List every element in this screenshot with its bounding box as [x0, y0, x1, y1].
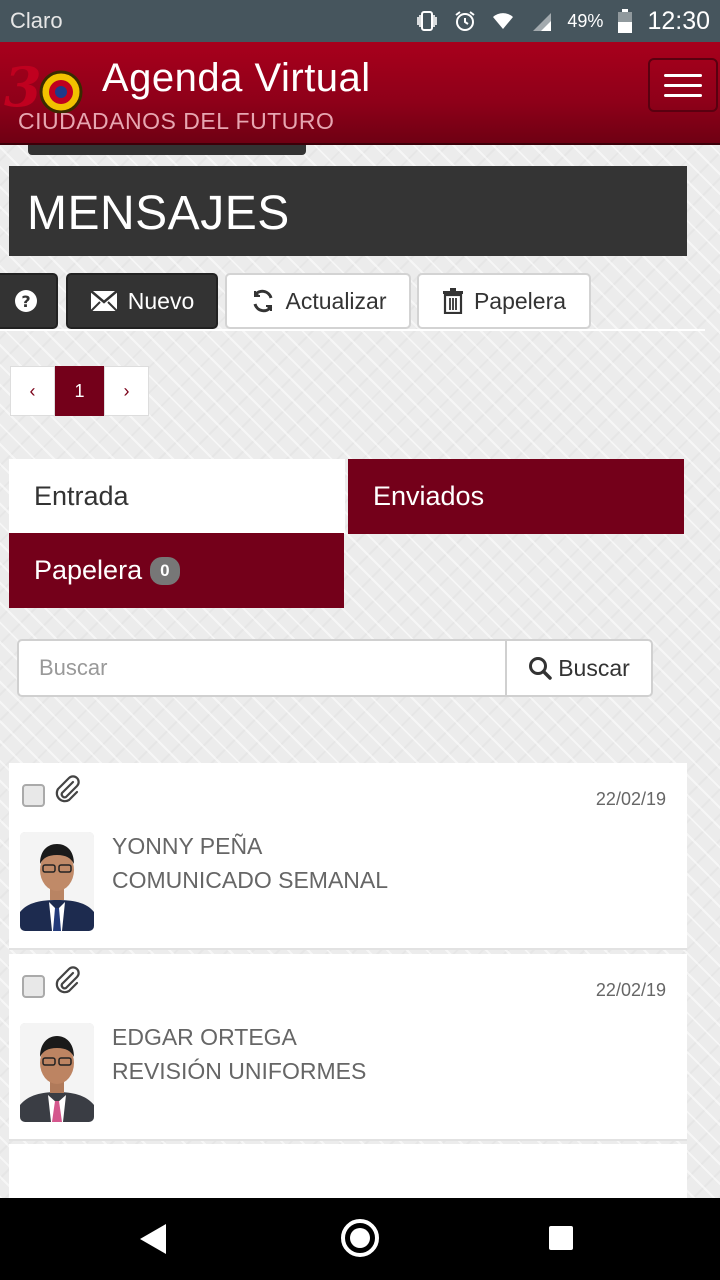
pagination: ‹ 1 › — [10, 366, 149, 416]
refresh-icon — [253, 289, 272, 313]
header-tab-strip — [28, 145, 306, 155]
search-icon — [529, 657, 552, 680]
refresh-button[interactable]: Actualizar — [225, 273, 411, 329]
toolbar-divider — [0, 329, 705, 331]
tab-trash[interactable]: Papelera 0 — [9, 533, 344, 608]
alarm-icon — [455, 11, 476, 31]
app-header: 3 Agenda Virtual CIUDADANOS DEL FUTURO — [0, 42, 720, 145]
carrier-name: Claro — [10, 8, 63, 33]
trash-icon — [442, 288, 463, 314]
status-bar: Claro 49% 12:30 — [0, 0, 720, 42]
app-title: Agenda Virtual — [102, 56, 371, 100]
envelope-icon — [89, 290, 118, 312]
battery-percent: 49% — [567, 10, 604, 31]
pagination-page-1[interactable]: 1 — [55, 366, 104, 416]
trash-button[interactable]: Papelera — [417, 273, 591, 329]
signal-icon — [533, 13, 552, 31]
avatar — [20, 1023, 94, 1122]
message-row[interactable]: 22/02/19 YONNY PEÑA COMUNICADO SEMANAL — [9, 763, 687, 950]
search-input[interactable] — [17, 639, 507, 697]
message-sender: YONNY PEÑA — [112, 833, 263, 859]
trash-label: Papelera — [473, 287, 567, 314]
wifi-icon — [493, 13, 514, 29]
pagination-prev[interactable]: ‹ — [10, 366, 55, 416]
tab-trash-label: Papelera — [34, 555, 143, 585]
message-checkbox[interactable] — [22, 975, 45, 998]
system-nav-bar — [0, 1198, 720, 1280]
message-row[interactable]: 22/02/19 EDGAR ORTEGA REVISIÓN UNIFORMES — [9, 954, 687, 1141]
avatar — [20, 832, 94, 931]
clock: 12:30 — [647, 6, 710, 35]
tab-inbox[interactable]: Entrada — [9, 459, 345, 534]
message-date: 22/02/19 — [595, 980, 666, 1000]
message-date: 22/02/19 — [595, 789, 666, 809]
paperclip-icon — [55, 775, 80, 803]
svg-text:?: ? — [21, 292, 30, 311]
tab-sent[interactable]: Enviados — [348, 459, 684, 534]
refresh-label: Actualizar — [285, 287, 387, 314]
tab-inbox-label: Entrada — [34, 481, 129, 511]
page-title: MENSAJES — [9, 166, 687, 256]
home-icon[interactable] — [341, 1219, 379, 1257]
help-button[interactable]: ? — [0, 273, 58, 329]
pagination-next[interactable]: › — [104, 366, 149, 416]
battery-icon — [618, 9, 633, 33]
message-sender: EDGAR ORTEGA — [112, 1024, 297, 1050]
new-message-label: Nuevo — [127, 287, 195, 314]
app-subtitle: CIUDADANOS DEL FUTURO — [18, 108, 335, 134]
hamburger-menu-button[interactable] — [648, 58, 718, 112]
trash-count-badge: 0 — [150, 556, 180, 585]
new-message-button[interactable]: Nuevo — [66, 273, 218, 329]
recent-apps-icon[interactable] — [549, 1226, 573, 1250]
message-subject: COMUNICADO SEMANAL — [112, 867, 389, 893]
tab-sent-label: Enviados — [373, 481, 485, 511]
paperclip-icon — [55, 966, 80, 994]
search-button-label: Buscar — [558, 654, 630, 681]
search-button[interactable]: Buscar — [507, 639, 653, 697]
back-icon[interactable] — [138, 1222, 168, 1256]
question-circle-icon: ? — [15, 290, 37, 312]
hamburger-icon — [664, 73, 702, 77]
message-subject: REVISIÓN UNIFORMES — [112, 1058, 367, 1084]
message-checkbox[interactable] — [22, 784, 45, 807]
message-row-partial[interactable] — [9, 1144, 687, 1198]
vibrate-icon — [417, 11, 438, 31]
